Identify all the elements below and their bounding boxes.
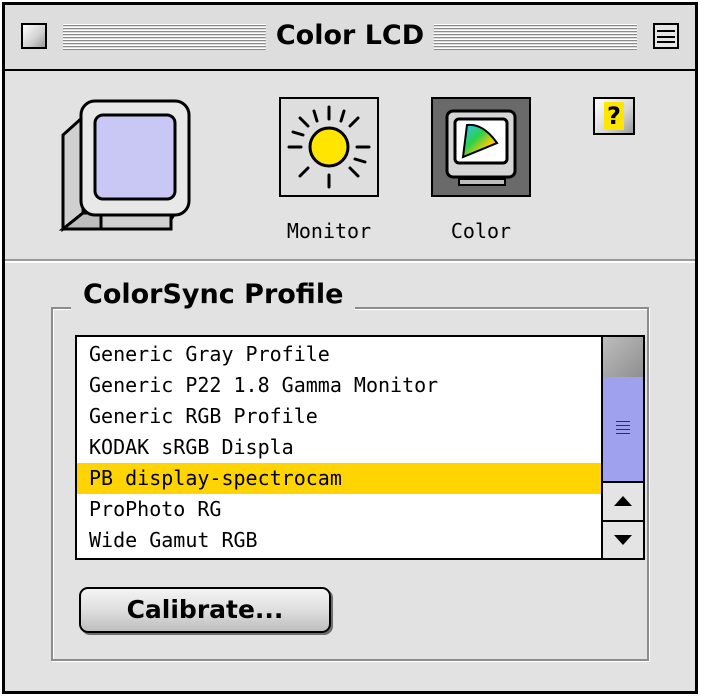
color-button[interactable] [431, 97, 531, 197]
scroll-up-arrow[interactable] [603, 481, 643, 520]
profile-list-items: Generic Gray Profile Generic P22 1.8 Gamm… [77, 339, 603, 556]
profile-list-item[interactable]: ProPhoto RG [77, 494, 603, 525]
sun-icon [287, 105, 371, 189]
profile-list-item[interactable]: Generic P22 1.8 Gamma Monitor [77, 370, 603, 401]
title-bar[interactable]: Color LCD [5, 5, 695, 71]
monitor-label: Monitor [286, 219, 372, 243]
profile-list-item[interactable]: PB display-spectrocam [77, 463, 603, 494]
scrollbar-track-top[interactable] [603, 337, 643, 379]
section-divider [5, 259, 695, 263]
top-area: Monitor Color ? [5, 71, 695, 259]
collapse-box[interactable] [653, 23, 679, 49]
scroll-down-arrow[interactable] [603, 520, 643, 558]
arrow-up-icon [614, 496, 632, 506]
profile-list-item[interactable]: Wide Gamut RGB [77, 525, 603, 556]
control-panel-window: Color LCD Monitor Color ? ColorSync Prof… [2, 2, 698, 694]
arrow-down-icon [614, 535, 632, 545]
calibrate-button[interactable]: Calibrate... [79, 587, 331, 633]
help-icon: ? [604, 102, 624, 130]
color-gamut-icon [445, 109, 517, 186]
profile-list-item[interactable]: Generic Gray Profile [77, 339, 603, 370]
close-box[interactable] [21, 23, 47, 49]
scrollbar-thumb[interactable] [603, 377, 643, 483]
crt-monitor-icon [58, 99, 191, 233]
monitor-button[interactable] [279, 97, 379, 197]
profile-list[interactable]: Generic Gray Profile Generic P22 1.8 Gamm… [75, 335, 645, 560]
profile-list-scrollbar[interactable] [601, 337, 643, 558]
help-button[interactable]: ? [593, 97, 635, 135]
profile-list-item[interactable]: KODAK sRGB Displa [77, 432, 603, 463]
color-label: Color [450, 219, 512, 243]
window-title: Color LCD [265, 17, 435, 55]
profile-list-item[interactable]: Generic RGB Profile [77, 401, 603, 432]
colorsync-group-title: ColorSync Profile [71, 275, 356, 315]
